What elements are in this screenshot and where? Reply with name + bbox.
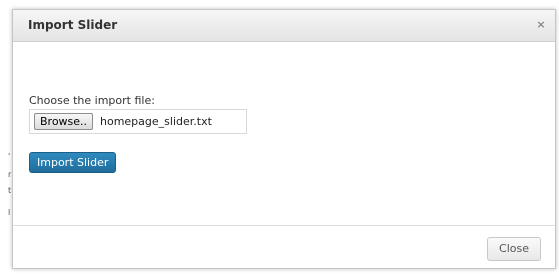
choose-file-label: Choose the import file: [29,94,155,107]
footer-divider [13,225,555,226]
background-text-fragment: l [8,208,11,217]
dialog-titlebar: Import Slider × [13,10,555,42]
dialog-title: Import Slider [28,18,118,32]
background-text-fragment: t [8,186,12,195]
import-slider-button[interactable]: Import Slider [29,152,117,173]
background-text-fragment: r [8,170,12,179]
file-input[interactable]: Browse.. homepage_slider.txt [29,109,247,134]
background-text-fragment: ' [8,152,11,161]
selected-file-name: homepage_slider.txt [100,115,212,128]
browse-button[interactable]: Browse.. [34,113,94,130]
import-slider-dialog: Import Slider × Choose the import file: … [12,9,556,269]
close-icon[interactable]: × [534,18,548,32]
close-button[interactable]: Close [487,237,541,261]
